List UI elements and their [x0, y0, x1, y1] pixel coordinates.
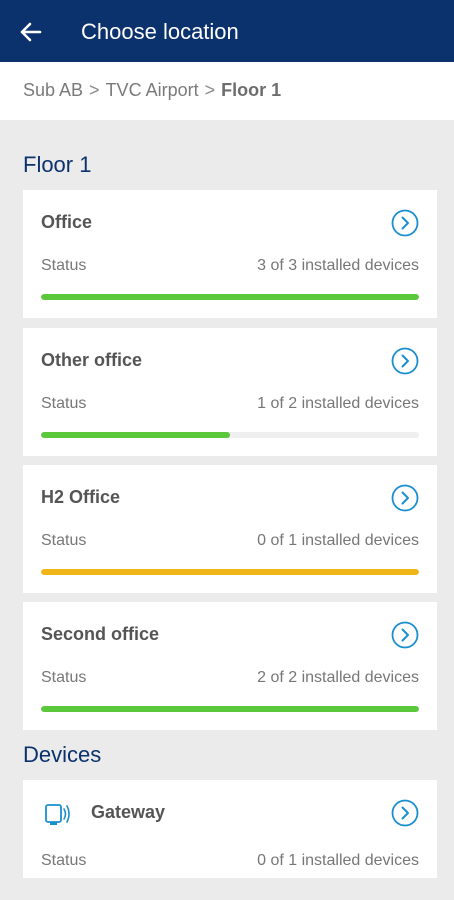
- progress-bar: [41, 294, 419, 300]
- location-card-h2-office[interactable]: H2 Office Status 0 of 1 installed device…: [23, 465, 437, 593]
- breadcrumb-item-tvc-airport[interactable]: TVC Airport: [106, 80, 199, 100]
- breadcrumb-item-floor-1: Floor 1: [221, 80, 282, 100]
- status-value: 1 of 2 installed devices: [257, 395, 419, 412]
- status-label: Status: [41, 669, 87, 686]
- app-header: Choose location: [0, 0, 454, 62]
- gateway-icon: [45, 804, 70, 825]
- progress-fill: [41, 294, 419, 300]
- device-card-gateway[interactable]: Gateway Status 0 of 1 installed devices: [23, 780, 437, 878]
- location-card-other-office[interactable]: Other office Status 1 of 2 installed dev…: [23, 328, 437, 456]
- progress-bar: [41, 432, 419, 438]
- breadcrumb-separator: >: [89, 80, 100, 100]
- back-button[interactable]: [14, 15, 48, 49]
- status-label: Status: [41, 257, 87, 274]
- progress-fill: [41, 569, 419, 575]
- status-label: Status: [41, 532, 87, 549]
- breadcrumb: Sub AB > TVC Airport > Floor 1: [23, 80, 281, 101]
- device-name: Gateway: [91, 802, 166, 822]
- status-label: Status: [41, 852, 87, 869]
- status-value: 0 of 1 installed devices: [257, 532, 419, 549]
- breadcrumb-separator: >: [204, 80, 216, 100]
- section-heading-devices: Devices: [23, 742, 102, 767]
- page-title: Choose location: [81, 19, 239, 44]
- progress-bar: [41, 569, 419, 575]
- status-value: 3 of 3 installed devices: [257, 257, 419, 274]
- location-card-office[interactable]: Office Status 3 of 3 installed devices: [23, 190, 437, 318]
- chevron-right-circle-icon[interactable]: [391, 484, 419, 512]
- location-name: Second office: [41, 624, 160, 644]
- chevron-right-circle-icon[interactable]: [391, 209, 419, 237]
- chevron-right-circle-icon[interactable]: [391, 621, 419, 649]
- progress-fill: [41, 432, 230, 438]
- arrow-left-icon: [20, 22, 42, 42]
- location-name: H2 Office: [41, 487, 121, 507]
- section-heading-floor: Floor 1: [23, 152, 92, 177]
- location-card-second-office[interactable]: Second office Status 2 of 2 installed de…: [23, 602, 437, 730]
- status-value: 0 of 1 installed devices: [257, 852, 419, 869]
- location-name: Other office: [41, 350, 143, 370]
- status-label: Status: [41, 395, 87, 412]
- chevron-right-circle-icon[interactable]: [391, 347, 419, 375]
- breadcrumb-item-sub-ab[interactable]: Sub AB: [23, 80, 83, 100]
- progress-fill: [41, 706, 419, 712]
- status-value: 2 of 2 installed devices: [257, 669, 419, 686]
- location-name: Office: [41, 212, 93, 232]
- chevron-right-circle-icon[interactable]: [391, 799, 419, 827]
- progress-bar: [41, 706, 419, 712]
